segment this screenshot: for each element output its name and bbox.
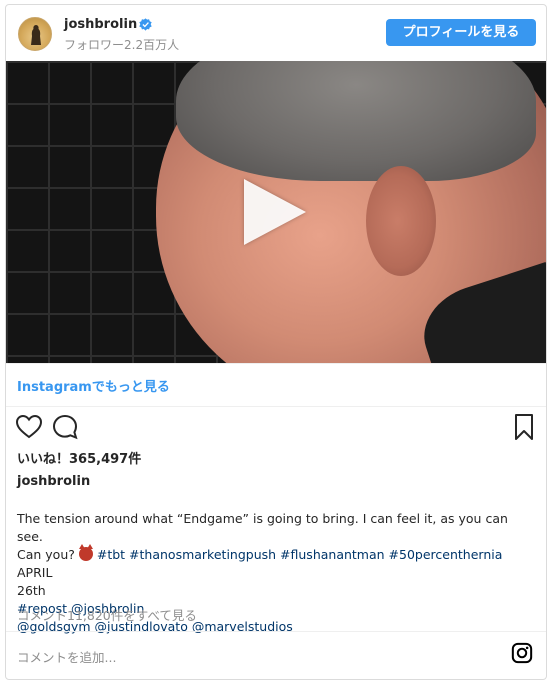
- heart-icon[interactable]: [15, 413, 43, 441]
- add-comment-input[interactable]: コメントを追加...: [17, 647, 116, 666]
- username-link[interactable]: joshbrolin: [64, 17, 137, 32]
- caption-line: 26th: [17, 583, 46, 598]
- view-more-on-instagram-link[interactable]: Instagramでもっと見る: [17, 376, 170, 395]
- post-author-link[interactable]: joshbrolin: [17, 474, 90, 489]
- follower-count: フォロワー2.2百万人: [64, 38, 180, 52]
- divider: [6, 406, 546, 407]
- hashtags[interactable]: #tbt #thanosmarketingpush #flushanantman…: [97, 547, 503, 562]
- bookmark-icon[interactable]: [510, 413, 538, 441]
- caption-text: Can you?: [17, 547, 75, 562]
- video-frame-ear: [366, 166, 436, 276]
- caption-line: Can you? #tbt #thanosmarketingpush #flus…: [17, 544, 537, 582]
- instagram-logo-icon[interactable]: [511, 642, 533, 664]
- devil-emoji-icon: [78, 544, 93, 561]
- verified-badge-icon: [139, 18, 152, 31]
- view-all-comments-link[interactable]: コメント11,820件をすべて見る: [17, 605, 197, 624]
- video-frame-hair: [176, 61, 536, 181]
- action-bar: [6, 413, 546, 453]
- like-count[interactable]: いいね！365,497件: [17, 448, 141, 467]
- caption-text: APRIL: [17, 565, 53, 580]
- avatar[interactable]: [18, 17, 52, 51]
- comment-icon[interactable]: [51, 413, 79, 441]
- post-header: joshbrolin フォロワー2.2百万人 プロフィールを見る: [6, 5, 546, 61]
- divider: [6, 363, 546, 364]
- instagram-embed-card: joshbrolin フォロワー2.2百万人 プロフィールを見る Instagr…: [5, 4, 547, 680]
- view-profile-button[interactable]: プロフィールを見る: [386, 19, 536, 46]
- video-player[interactable]: [6, 61, 546, 363]
- divider: [6, 631, 546, 632]
- play-icon[interactable]: [244, 179, 306, 245]
- avatar-figure-icon: [31, 25, 41, 45]
- caption-line: The tension around what “Endgame” is goi…: [17, 511, 508, 544]
